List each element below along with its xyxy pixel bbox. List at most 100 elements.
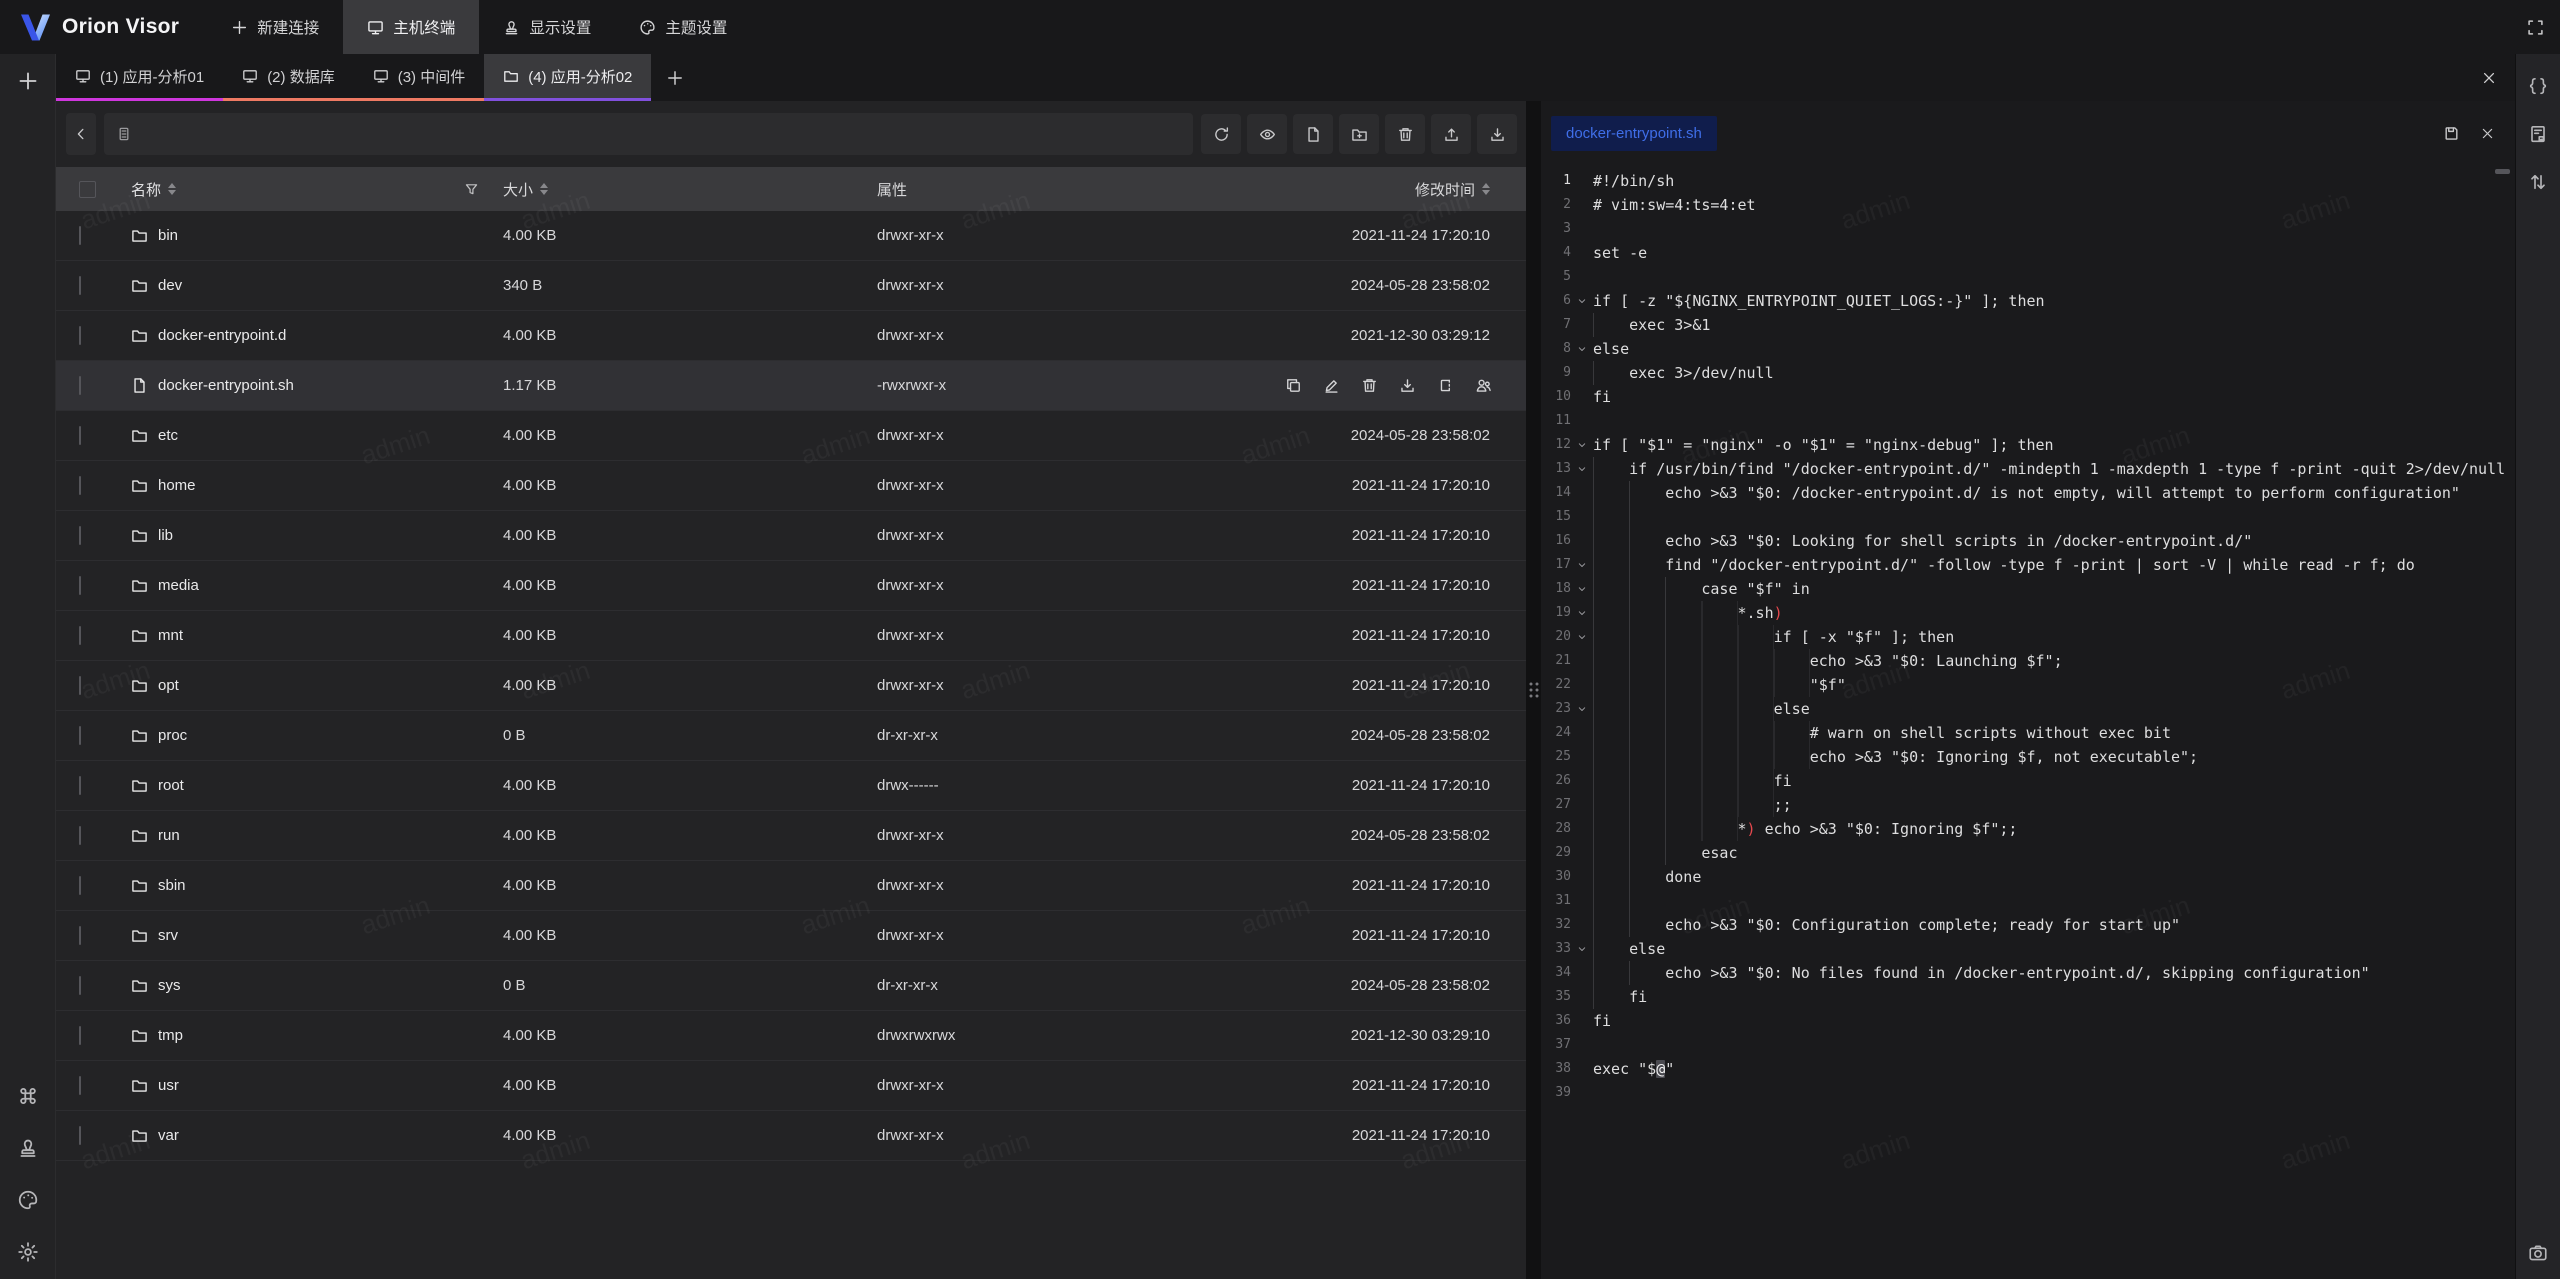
fold-toggle[interactable] — [1571, 289, 1593, 313]
row-checkbox[interactable] — [79, 1026, 81, 1045]
table-row[interactable]: docker-entrypoint.d4.00 KBdrwxr-xr-x2021… — [56, 311, 1526, 361]
fold-toggle[interactable] — [1571, 625, 1593, 649]
row-checkbox[interactable] — [79, 576, 81, 595]
row-checkbox[interactable] — [79, 676, 81, 695]
code-editor[interactable]: 1#!/bin/sh2# vim:sw=4:ts=4:et34set -e56i… — [1541, 165, 2515, 1279]
table-row[interactable]: tmp4.00 KBdrwxrwxrwx2021-12-30 03:29:10 — [56, 1011, 1526, 1061]
upload-button[interactable] — [1431, 114, 1471, 154]
table-row[interactable]: bin4.00 KBdrwxr-xr-x2021-11-24 17:20:10 — [56, 211, 1526, 261]
row-checkbox[interactable] — [79, 726, 81, 745]
fold-toggle[interactable] — [1571, 697, 1593, 721]
open-file-tab[interactable]: docker-entrypoint.sh — [1551, 116, 1717, 151]
select-all-checkbox[interactable] — [79, 181, 96, 198]
filter-icon[interactable] — [464, 182, 479, 197]
chevron-left-icon — [73, 126, 89, 142]
back-button[interactable] — [66, 113, 96, 155]
menu-item-主机终端[interactable]: 主机终端 — [343, 0, 479, 54]
fold-toggle[interactable] — [1571, 457, 1593, 481]
row-checkbox[interactable] — [79, 1126, 81, 1145]
row-checkbox[interactable] — [79, 376, 81, 395]
table-row[interactable]: proc0 Bdr-xr-xr-x2024-05-28 23:58:02 — [56, 711, 1526, 761]
editor-scrollbar-thumb[interactable] — [2495, 169, 2510, 174]
table-row[interactable]: run4.00 KBdrwxr-xr-x2024-05-28 23:58:02 — [56, 811, 1526, 861]
row-checkbox[interactable] — [79, 626, 81, 645]
table-row[interactable]: dev340 Bdrwxr-xr-x2024-05-28 23:58:02 — [56, 261, 1526, 311]
permissions-button[interactable] — [1475, 377, 1492, 394]
fold-toggle — [1571, 889, 1593, 913]
row-checkbox[interactable] — [79, 276, 81, 295]
fold-toggle[interactable] — [1571, 937, 1593, 961]
palette-sidebar-button[interactable] — [17, 1189, 39, 1211]
fold-toggle[interactable] — [1571, 337, 1593, 361]
terminal-tab[interactable]: (3) 中间件 — [354, 54, 485, 101]
close-editor-button[interactable] — [2469, 115, 2505, 151]
terminal-tab[interactable]: (2) 数据库 — [223, 54, 354, 101]
row-checkbox[interactable] — [79, 876, 81, 895]
add-tab-button[interactable] — [651, 54, 699, 101]
preview-button[interactable] — [1247, 114, 1287, 154]
table-row[interactable]: srv4.00 KBdrwxr-xr-x2021-11-24 17:20:10 — [56, 911, 1526, 961]
row-checkbox[interactable] — [79, 1076, 81, 1095]
new-folder-button[interactable] — [1339, 114, 1379, 154]
row-checkbox[interactable] — [79, 826, 81, 845]
row-checkbox[interactable] — [79, 776, 81, 795]
table-row[interactable]: root4.00 KBdrwx------2021-11-24 17:20:10 — [56, 761, 1526, 811]
table-row[interactable]: sbin4.00 KBdrwxr-xr-x2021-11-24 17:20:10 — [56, 861, 1526, 911]
row-checkbox[interactable] — [79, 926, 81, 945]
table-row[interactable]: usr4.00 KBdrwxr-xr-x2021-11-24 17:20:10 — [56, 1061, 1526, 1111]
download-button[interactable] — [1477, 114, 1517, 154]
panel-resize-handle[interactable] — [1526, 101, 1541, 1279]
path-input[interactable] — [141, 125, 1181, 143]
close-all-button[interactable] — [2463, 54, 2515, 101]
camera-panel-button[interactable] — [2528, 1243, 2548, 1279]
fold-toggle[interactable] — [1571, 601, 1593, 625]
fold-toggle[interactable] — [1571, 577, 1593, 601]
fold-toggle[interactable] — [1571, 433, 1593, 457]
sort-icon[interactable] — [540, 183, 548, 195]
doc-bookmark-panel-button[interactable] — [2528, 124, 2548, 144]
row-checkbox[interactable] — [79, 476, 81, 495]
row-checkbox[interactable] — [79, 426, 81, 445]
stamp-sidebar-button[interactable] — [17, 1137, 39, 1159]
row-checkbox[interactable] — [79, 326, 81, 345]
table-row[interactable]: sys0 Bdr-xr-xr-x2024-05-28 23:58:02 — [56, 961, 1526, 1011]
menu-item-新建连接[interactable]: 新建连接 — [207, 0, 343, 54]
table-row[interactable]: mnt4.00 KBdrwxr-xr-x2021-11-24 17:20:10 — [56, 611, 1526, 661]
terminal-tab[interactable]: (1) 应用-分析01 — [56, 54, 223, 101]
row-checkbox[interactable] — [79, 976, 81, 995]
row-checkbox[interactable] — [79, 526, 81, 545]
copy-path-button[interactable] — [1285, 377, 1302, 394]
table-row[interactable]: var4.00 KBdrwxr-xr-x2021-11-24 17:20:10 — [56, 1111, 1526, 1161]
menu-item-主题设置[interactable]: 主题设置 — [615, 0, 751, 54]
chevron-down-icon — [1576, 439, 1588, 451]
fullscreen-button[interactable] — [2510, 0, 2560, 54]
move-file-button[interactable] — [1437, 377, 1454, 394]
table-row[interactable]: lib4.00 KBdrwxr-xr-x2021-11-24 17:20:10 — [56, 511, 1526, 561]
line-number: 2 — [1541, 193, 1571, 217]
table-row[interactable]: docker-entrypoint.sh1.17 KB-rwxrwxr-x — [56, 361, 1526, 411]
swap-vertical-panel-button[interactable] — [2528, 172, 2548, 192]
table-row[interactable]: opt4.00 KBdrwxr-xr-x2021-11-24 17:20:10 — [56, 661, 1526, 711]
sort-icon[interactable] — [1482, 183, 1490, 195]
new-file-button[interactable] — [1293, 114, 1333, 154]
row-checkbox-cell — [56, 477, 131, 494]
table-row[interactable]: media4.00 KBdrwxr-xr-x2021-11-24 17:20:1… — [56, 561, 1526, 611]
table-row[interactable]: etc4.00 KBdrwxr-xr-x2024-05-28 23:58:02 — [56, 411, 1526, 461]
row-checkbox[interactable] — [79, 226, 81, 245]
folder-icon — [131, 1077, 148, 1094]
delete-button[interactable] — [1385, 114, 1425, 154]
table-row[interactable]: home4.00 KBdrwxr-xr-x2021-11-24 17:20:10 — [56, 461, 1526, 511]
edit-file-button[interactable] — [1323, 377, 1340, 394]
gear-sidebar-button[interactable] — [17, 1241, 39, 1263]
menu-item-显示设置[interactable]: 显示设置 — [479, 0, 615, 54]
braces-panel-button[interactable] — [2528, 76, 2548, 96]
sort-icon[interactable] — [168, 183, 176, 195]
save-file-button[interactable] — [2433, 115, 2469, 151]
fold-toggle[interactable] — [1571, 553, 1593, 577]
delete-file-button[interactable] — [1361, 377, 1378, 394]
refresh-button[interactable] — [1201, 114, 1241, 154]
terminal-tab[interactable]: (4) 应用-分析02 — [484, 54, 651, 101]
new-connection-button[interactable] — [10, 66, 46, 96]
command-sidebar-button[interactable] — [17, 1085, 39, 1107]
download-file-button[interactable] — [1399, 377, 1416, 394]
